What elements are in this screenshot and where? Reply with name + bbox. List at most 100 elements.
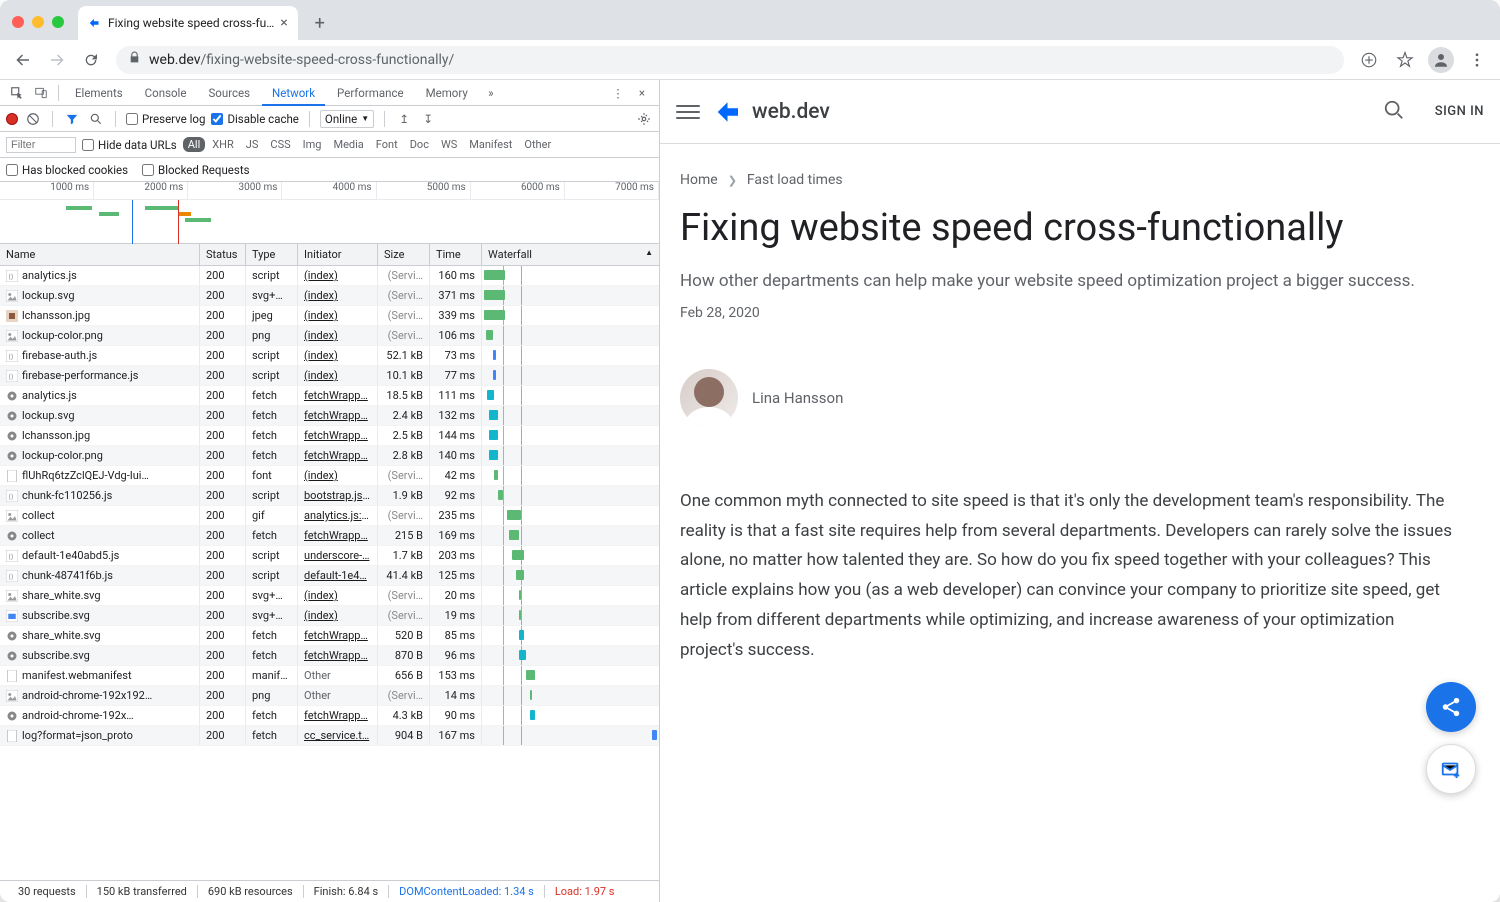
site-logo[interactable]: web.dev — [714, 97, 830, 127]
file-icon — [6, 310, 18, 322]
filter-pill-font[interactable]: Font — [371, 137, 403, 152]
menu-button[interactable] — [1462, 45, 1492, 75]
table-row[interactable]: share_white.svg200fetchfetchWrapp…520 B8… — [0, 626, 659, 646]
file-icon — [6, 730, 18, 742]
col-time[interactable]: Time — [430, 244, 482, 265]
tab-elements[interactable]: Elements — [65, 80, 133, 106]
preserve-log-checkbox[interactable]: Preserve log — [126, 112, 205, 126]
bookmark-button[interactable] — [1390, 45, 1420, 75]
table-row[interactable]: share_white.svg200svg+…(index)(Servi…20 … — [0, 586, 659, 606]
table-row[interactable]: lockup-color.png200fetchfetchWrapp…2.8 k… — [0, 446, 659, 466]
tab-performance[interactable]: Performance — [327, 80, 414, 106]
table-row[interactable]: manifest.webmanifest200manif…Other656 B1… — [0, 666, 659, 686]
col-name[interactable]: Name — [0, 244, 200, 265]
table-row[interactable]: subscribe.svg200svg+…(index)(Servi…19 ms — [0, 606, 659, 626]
breadcrumb-home[interactable]: Home — [680, 172, 718, 188]
devtools-close-icon[interactable]: × — [631, 82, 653, 104]
status-finish: Finish: 6.84 s — [304, 885, 390, 898]
browser-tab[interactable]: Fixing website speed cross-fu… × — [78, 6, 298, 40]
minimize-window[interactable] — [32, 16, 44, 28]
col-initiator[interactable]: Initiator — [298, 244, 378, 265]
devtools-menu-icon[interactable]: ⋮ — [607, 82, 629, 104]
filter-icon[interactable] — [63, 110, 81, 128]
table-row[interactable]: ⟨⟩firebase-auth.js200script(index)52.1 k… — [0, 346, 659, 366]
author-avatar[interactable] — [680, 369, 738, 427]
table-row[interactable]: ⟨⟩chunk-48741f6b.js200scriptdefault-1e4…… — [0, 566, 659, 586]
search-icon[interactable] — [1383, 99, 1405, 124]
col-type[interactable]: Type — [246, 244, 298, 265]
forward-button[interactable] — [42, 45, 72, 75]
filter-pill-xhr[interactable]: XHR — [207, 137, 239, 152]
col-status[interactable]: Status — [200, 244, 246, 265]
address-bar: web.dev/fixing-website-speed-cross-funct… — [0, 40, 1500, 80]
back-button[interactable] — [8, 45, 38, 75]
filter-pill-all[interactable]: All — [183, 137, 206, 152]
maximize-window[interactable] — [52, 16, 64, 28]
filter-pill-img[interactable]: Img — [298, 137, 327, 152]
network-status-bar: 30 requests 150 kB transferred 690 kB re… — [0, 880, 659, 902]
table-row[interactable]: ⟨⟩firebase-performance.js200script(index… — [0, 366, 659, 386]
table-row[interactable]: android-chrome-192x…200fetchfetchWrapp…4… — [0, 706, 659, 726]
table-header: Name Status Type Initiator Size Time Wat… — [0, 244, 659, 266]
hide-data-urls-checkbox[interactable]: Hide data URLs — [82, 138, 177, 152]
has-blocked-cookies-checkbox[interactable]: Has blocked cookies — [6, 163, 128, 177]
table-row[interactable]: collect200gifanalytics.js:36(Servi…235 m… — [0, 506, 659, 526]
table-row[interactable]: lockup.svg200fetchfetchWrapp…2.4 kB132 m… — [0, 406, 659, 426]
filter-pill-manifest[interactable]: Manifest — [464, 137, 517, 152]
filter-pill-ws[interactable]: WS — [436, 137, 462, 152]
breadcrumb-section[interactable]: Fast load times — [747, 172, 843, 188]
author-name[interactable]: Lina Hansson — [752, 389, 843, 407]
table-row[interactable]: ⟨⟩analytics.js200script(index)(Servi…160… — [0, 266, 659, 286]
table-row[interactable]: subscribe.svg200fetchfetchWrapp…870 B96 … — [0, 646, 659, 666]
devtools-panel: Elements Console Sources Network Perform… — [0, 80, 660, 902]
device-icon[interactable] — [30, 82, 52, 104]
install-button[interactable] — [1354, 45, 1384, 75]
table-row[interactable]: ⟨⟩default-1e40abd5.js200scriptunderscore… — [0, 546, 659, 566]
profile-button[interactable] — [1426, 45, 1456, 75]
tab-network[interactable]: Network — [262, 80, 325, 106]
clear-icon[interactable] — [24, 110, 42, 128]
col-size[interactable]: Size — [378, 244, 430, 265]
reload-button[interactable] — [76, 45, 106, 75]
table-row[interactable]: flUhRq6tzZclQEJ-Vdg-Iui…200font(index)(S… — [0, 466, 659, 486]
more-tabs-icon[interactable]: » — [480, 82, 502, 104]
filter-pill-js[interactable]: JS — [241, 137, 264, 152]
throttling-select[interactable]: Online▼ — [320, 110, 374, 128]
filter-pill-css[interactable]: CSS — [265, 137, 295, 152]
table-row[interactable]: collect200fetchfetchWrapp…215 B169 ms — [0, 526, 659, 546]
table-row[interactable]: log?format=json_proto200fetchcc_service.… — [0, 726, 659, 746]
download-icon[interactable]: ↧ — [419, 110, 437, 128]
close-window[interactable] — [12, 16, 24, 28]
tab-sources[interactable]: Sources — [198, 80, 260, 106]
col-waterfall[interactable]: Waterfall▲ — [482, 244, 659, 265]
filter-input[interactable] — [6, 137, 76, 153]
table-row[interactable]: analytics.js200fetchfetchWrapp…18.5 kB11… — [0, 386, 659, 406]
table-row[interactable]: lockup-color.png200png(index)(Servi…106 … — [0, 326, 659, 346]
signin-link[interactable]: SIGN IN — [1435, 104, 1484, 119]
inspect-icon[interactable] — [6, 82, 28, 104]
upload-icon[interactable]: ↥ — [395, 110, 413, 128]
settings-icon[interactable] — [635, 110, 653, 128]
blocked-requests-checkbox[interactable]: Blocked Requests — [142, 163, 249, 177]
timeline-overview[interactable]: 1000 ms2000 ms3000 ms4000 ms5000 ms6000 … — [0, 182, 659, 244]
new-tab-button[interactable]: + — [306, 9, 334, 37]
record-button[interactable] — [6, 113, 18, 125]
filter-pill-other[interactable]: Other — [519, 137, 556, 152]
svg-text:⟨⟩: ⟨⟩ — [8, 493, 14, 501]
table-row[interactable]: lchansson.jpg200jpeg(index)(Servi…339 ms — [0, 306, 659, 326]
share-fab[interactable] — [1426, 682, 1476, 732]
table-row[interactable]: lchansson.jpg200fetchfetchWrapp…2.5 kB14… — [0, 426, 659, 446]
filter-pill-doc[interactable]: Doc — [405, 137, 434, 152]
close-tab-icon[interactable]: × — [280, 15, 287, 31]
url-field[interactable]: web.dev/fixing-website-speed-cross-funct… — [116, 46, 1344, 74]
menu-icon[interactable] — [676, 100, 700, 124]
tab-memory[interactable]: Memory — [416, 80, 478, 106]
tab-console[interactable]: Console — [135, 80, 197, 106]
table-row[interactable]: ⟨⟩chunk-fc110256.js200scriptbootstrap.js… — [0, 486, 659, 506]
subscribe-fab[interactable] — [1426, 744, 1476, 794]
search-icon[interactable] — [87, 110, 105, 128]
table-row[interactable]: android-chrome-192x192…200pngOther(Servi… — [0, 686, 659, 706]
filter-pill-media[interactable]: Media — [328, 137, 368, 152]
disable-cache-checkbox[interactable]: Disable cache — [211, 112, 298, 126]
table-row[interactable]: lockup.svg200svg+…(index)(Servi…371 ms — [0, 286, 659, 306]
